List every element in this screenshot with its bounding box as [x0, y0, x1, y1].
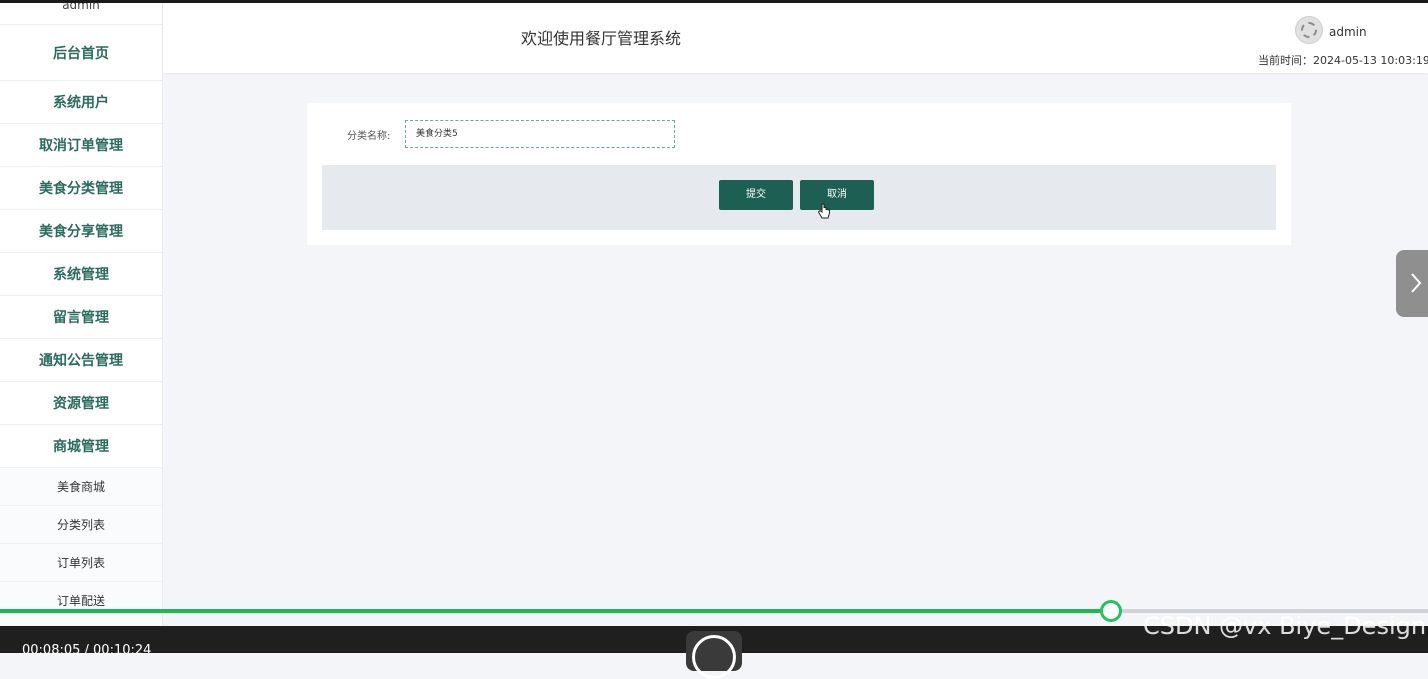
button-bar: 提交 取消	[322, 165, 1276, 230]
video-progress-fill	[0, 609, 1111, 613]
sidebar-item-announcements[interactable]: 通知公告管理	[0, 338, 162, 381]
sidebar-item-food-category[interactable]: 美食分类管理	[0, 166, 162, 209]
header: 欢迎使用餐厅管理系统 admin 当前时间：2024-05-13 10:03:1…	[163, 3, 1428, 73]
sidebar-item-system-management[interactable]: 系统管理	[0, 252, 162, 295]
header-username[interactable]: admin	[1329, 25, 1367, 39]
sidebar-username: admin	[62, 3, 100, 12]
page-title: 欢迎使用餐厅管理系统	[521, 29, 682, 48]
current-time: 当前时间：2024-05-13 10:03:19	[1258, 54, 1428, 67]
sidebar: admin 后台首页 系统用户 取消订单管理 美食分类管理 美食分享管理 系统管…	[0, 3, 163, 625]
category-name-label: 分类名称:	[347, 130, 391, 142]
sidebar-subitem-category-list[interactable]: 分类列表	[0, 505, 162, 543]
play-button[interactable]	[686, 631, 742, 679]
submit-button[interactable]: 提交	[719, 180, 793, 210]
cancel-button[interactable]: 取消	[800, 180, 874, 210]
side-expand-button[interactable]	[1396, 250, 1428, 317]
sidebar-subitem-food-mall[interactable]: 美食商城	[0, 467, 162, 505]
sidebar-item-mall[interactable]: 商城管理	[0, 424, 162, 467]
category-name-input[interactable]: 美食分类5	[405, 120, 675, 148]
hand-cursor-icon	[817, 203, 830, 219]
sidebar-item-messages[interactable]: 留言管理	[0, 295, 162, 338]
sidebar-subitem-order-list[interactable]: 订单列表	[0, 543, 162, 581]
form-card: 分类名称: 美食分类5 提交 取消	[307, 103, 1291, 245]
chevron-right-icon	[1411, 273, 1422, 293]
watermark: CSDN @vx Biye_Design	[1143, 612, 1427, 640]
video-timecode: 00:08:05 / 00:10:24	[22, 643, 152, 658]
video-progress-knob[interactable]	[1100, 600, 1122, 622]
sidebar-item-cancel-orders[interactable]: 取消订单管理	[0, 123, 162, 166]
sidebar-subitem-order-delivery[interactable]: 订单配送	[0, 581, 162, 619]
category-name-row: 分类名称: 美食分类5	[347, 119, 675, 149]
sidebar-item-system-users[interactable]: 系统用户	[0, 80, 162, 123]
avatar[interactable]	[1295, 16, 1323, 44]
sidebar-item-food-share[interactable]: 美食分享管理	[0, 209, 162, 252]
sidebar-item-home[interactable]: 后台首页	[0, 24, 162, 80]
sidebar-item-resources[interactable]: 资源管理	[0, 381, 162, 424]
